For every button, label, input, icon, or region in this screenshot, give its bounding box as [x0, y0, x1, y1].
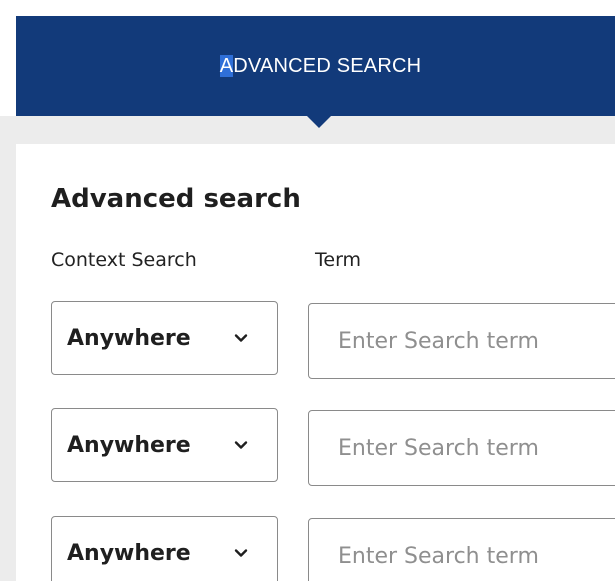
search-row-1: Anywhere: [51, 301, 615, 379]
background-left-strip: [0, 116, 16, 581]
context-search-label: Context Search: [51, 249, 197, 271]
active-tab-pointer: [307, 116, 331, 128]
chevron-down-icon: [234, 549, 248, 557]
term-label: Term: [315, 249, 362, 271]
search-term-input[interactable]: [308, 303, 615, 379]
chevron-down-icon: [234, 441, 248, 449]
context-select-value: Anywhere: [67, 432, 191, 458]
search-term-input[interactable]: [308, 518, 615, 581]
tab-title: ADVANCED SEARCH: [219, 54, 422, 78]
advanced-search-page: ADVANCED SEARCH Advanced search Context …: [0, 0, 615, 581]
panel-title: Advanced search: [51, 184, 301, 214]
search-term-input[interactable]: [308, 410, 615, 486]
context-search-select[interactable]: Anywhere: [51, 408, 278, 482]
context-search-select[interactable]: Anywhere: [51, 301, 278, 375]
search-row-3: Anywhere: [51, 516, 615, 581]
context-select-value: Anywhere: [67, 325, 191, 351]
advanced-search-tab[interactable]: ADVANCED SEARCH: [16, 16, 615, 116]
advanced-search-panel: Advanced search Context Search Term Anyw…: [16, 144, 615, 581]
tab-title-rest: DVANCED SEARCH: [233, 54, 422, 77]
selected-text-highlight: A: [219, 54, 234, 77]
search-row-2: Anywhere: [51, 408, 615, 486]
context-search-select[interactable]: Anywhere: [51, 516, 278, 581]
chevron-down-icon: [234, 334, 248, 342]
context-select-value: Anywhere: [67, 540, 191, 566]
